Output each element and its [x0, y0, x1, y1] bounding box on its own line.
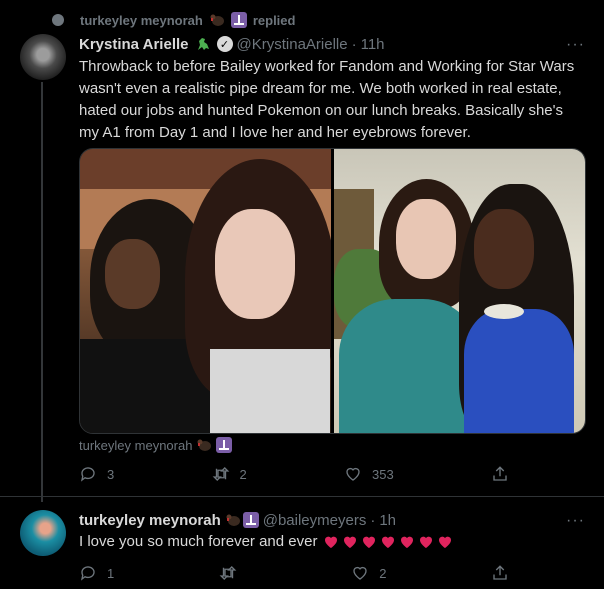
tweet-header: Krystina Arielle ✓ @KrystinaArielle · 11…: [79, 34, 385, 54]
turkey-emoji-icon: [226, 514, 240, 526]
red-heart-emoji-icon: [401, 536, 414, 548]
tweet-actions: 1 2: [79, 564, 509, 582]
share-button[interactable]: [491, 465, 509, 483]
reply-context: turkeyley meynorah replied: [52, 10, 295, 30]
retweet-icon: [219, 566, 237, 580]
tweet-text-content: I love you so much forever and ever: [79, 533, 318, 550]
like-count: 2: [379, 565, 387, 581]
like-button[interactable]: 2: [351, 564, 386, 582]
display-name[interactable]: Krystina Arielle: [79, 36, 189, 53]
menorah-emoji-icon: [216, 437, 233, 453]
reply-bubble-icon: [52, 14, 64, 26]
timestamp[interactable]: 11h: [361, 36, 385, 53]
turkey-emoji-icon: [197, 439, 212, 451]
tweet-text: I love you so much forever and ever: [79, 531, 453, 553]
dinosaur-emoji-icon: [197, 38, 209, 50]
red-heart-emoji-icon: [439, 536, 452, 548]
timestamp[interactable]: 1h: [379, 512, 396, 529]
verified-icon: ✓: [216, 36, 233, 52]
menorah-emoji-icon: [242, 512, 259, 528]
photo-right[interactable]: [334, 149, 585, 433]
heart-outline-icon: [353, 566, 367, 580]
reply-icon: [80, 566, 95, 581]
red-heart-emoji-icon: [382, 536, 395, 548]
user-handle[interactable]: @KrystinaArielle: [237, 36, 348, 53]
tagged-users[interactable]: turkeyley meynorah: [79, 435, 233, 455]
user-handle[interactable]: @baileymeyers: [263, 512, 367, 529]
separator: ·: [351, 35, 357, 53]
share-button[interactable]: [491, 564, 509, 582]
heart-emojis: [323, 534, 453, 550]
turkey-emoji-icon: [210, 14, 224, 26]
avatar[interactable]: [20, 510, 66, 556]
separator: ·: [370, 511, 376, 529]
share-icon: [493, 565, 507, 580]
tweet-divider: [0, 496, 604, 497]
reply-button[interactable]: 1: [79, 564, 114, 582]
reply-icon: [80, 467, 95, 482]
reply-button[interactable]: 3: [79, 465, 114, 483]
thread-line: [41, 82, 43, 502]
like-count: 353: [372, 466, 394, 482]
share-icon: [493, 466, 507, 481]
red-heart-emoji-icon: [344, 536, 357, 548]
heart-outline-icon: [346, 467, 360, 481]
reply-count: 3: [107, 466, 115, 482]
photo-left[interactable]: [80, 149, 331, 433]
more-options-icon[interactable]: ···: [566, 512, 585, 530]
reply-count: 1: [107, 565, 115, 581]
tweet-text: Throwback to before Bailey worked for Fa…: [79, 58, 575, 141]
retweet-button[interactable]: [219, 564, 247, 582]
red-heart-emoji-icon: [420, 536, 433, 548]
menorah-emoji-icon: [230, 12, 247, 28]
retweet-count: 2: [239, 466, 247, 482]
red-heart-emoji-icon: [363, 536, 376, 548]
tagged-user[interactable]: turkeyley meynorah: [79, 438, 192, 453]
retweet-icon: [212, 467, 229, 481]
red-heart-emoji-icon: [325, 536, 338, 548]
avatar[interactable]: [20, 34, 66, 80]
tweet-media[interactable]: [79, 148, 586, 434]
context-action: replied: [252, 12, 296, 28]
retweet-button[interactable]: 2: [212, 465, 247, 483]
display-name[interactable]: turkeyley meynorah: [79, 512, 221, 529]
more-options-icon[interactable]: ···: [566, 36, 585, 54]
like-button[interactable]: 353: [344, 465, 394, 483]
context-user[interactable]: turkeyley meynorah: [80, 13, 203, 28]
tweet-header: turkeyley meynorah @baileymeyers · 1h: [79, 510, 396, 530]
tweet-actions: 3 2 353: [79, 465, 509, 483]
